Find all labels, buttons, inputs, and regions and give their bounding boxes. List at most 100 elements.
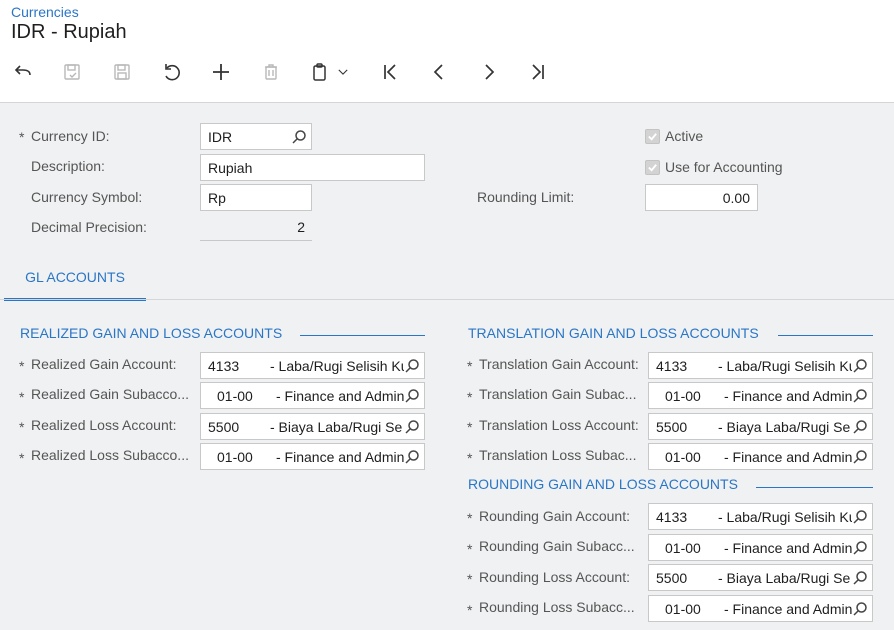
description-value: Rupiah — [208, 160, 253, 176]
check-icon — [648, 164, 657, 172]
back-button[interactable] — [9, 58, 37, 86]
translation-gain-account-field[interactable]: 4133 - Laba/Rugi Selisih Ku — [648, 352, 873, 379]
first-record-icon — [384, 64, 396, 80]
translation-gain-subaccount-field[interactable]: 01-00 - Finance and Admin — [648, 382, 873, 409]
search-icon[interactable] — [404, 449, 420, 465]
currency-symbol-field[interactable]: Rp — [200, 184, 312, 211]
currency-symbol-value: Rp — [208, 190, 226, 206]
account-description: - Laba/Rugi Selisih Ku — [270, 358, 409, 374]
search-icon[interactable] — [291, 129, 307, 145]
rounding-limit-label: Rounding Limit: — [477, 189, 575, 205]
delete-button[interactable] — [257, 58, 285, 86]
previous-record-icon — [433, 64, 443, 80]
subaccount-description: - Finance and Admin — [276, 449, 405, 465]
subaccount-code: 01-00 — [665, 540, 701, 556]
search-icon[interactable] — [852, 601, 868, 617]
search-icon[interactable] — [852, 509, 868, 525]
account-description: - Biaya Laba/Rugi Se — [270, 419, 403, 435]
subaccount-code: 01-00 — [665, 449, 701, 465]
copy-paste-icon — [313, 63, 326, 81]
last-record-button[interactable] — [524, 58, 552, 86]
realized-loss-subaccount-field[interactable]: 01-00 - Finance and Admin — [200, 443, 425, 470]
search-icon[interactable] — [404, 388, 420, 404]
page-title: IDR - Rupiah — [11, 21, 127, 43]
account-code: 4133 — [208, 358, 240, 374]
next-record-icon — [485, 64, 495, 80]
required-marker: * — [467, 571, 473, 587]
description-field[interactable]: Rupiah — [200, 154, 425, 181]
currency-id-field[interactable]: IDR — [200, 123, 312, 150]
translation-loss-account-field[interactable]: 5500 - Biaya Laba/Rugi Se — [648, 413, 873, 440]
copy-paste-button[interactable] — [306, 58, 334, 86]
page-header: Currencies IDR - Rupiah — [0, 0, 894, 103]
realized-section-rule — [300, 335, 425, 336]
realized-gain-subaccount-field[interactable]: 01-00 - Finance and Admin — [200, 382, 425, 409]
add-button[interactable] — [207, 58, 235, 86]
search-icon[interactable] — [404, 419, 420, 435]
required-marker: * — [467, 602, 473, 618]
required-marker: * — [467, 419, 473, 435]
currency-id-label: Currency ID: — [31, 128, 110, 144]
account-description: - Laba/Rugi Selisih Ku — [718, 358, 857, 374]
undo-button[interactable] — [158, 58, 186, 86]
required-marker: * — [467, 450, 473, 466]
next-record-button[interactable] — [475, 58, 503, 86]
currency-id-value: IDR — [208, 129, 233, 145]
required-marker: * — [467, 358, 473, 374]
decimal-precision-label: Decimal Precision: — [31, 219, 147, 235]
previous-record-button[interactable] — [425, 58, 453, 86]
account-description: - Biaya Laba/Rugi Se — [718, 419, 851, 435]
realized-loss-account-label: Realized Loss Account: — [31, 417, 177, 433]
subaccount-description: - Finance and Admin — [276, 388, 405, 404]
realized-gain-account-label: Realized Gain Account: — [31, 356, 177, 372]
required-marker: * — [467, 541, 473, 557]
translation-loss-subaccount-field[interactable]: 01-00 - Finance and Admin — [648, 443, 873, 470]
search-icon[interactable] — [852, 449, 868, 465]
tab-gl-accounts[interactable]: GL ACCOUNTS — [4, 269, 146, 301]
rounding-gain-account-field[interactable]: 4133 - Laba/Rugi Selisih Ku — [648, 503, 873, 530]
use-for-accounting-checkbox[interactable] — [645, 160, 660, 175]
search-icon[interactable] — [852, 570, 868, 586]
account-code: 5500 — [656, 419, 688, 435]
use-for-accounting-label: Use for Accounting — [665, 159, 783, 175]
subaccount-description: - Finance and Admin — [724, 601, 853, 617]
required-marker: * — [467, 510, 473, 526]
save-button[interactable] — [108, 58, 136, 86]
realized-gain-account-field[interactable]: 4133 - Laba/Rugi Selisih Ku — [200, 352, 425, 379]
realized-loss-account-field[interactable]: 5500 - Biaya Laba/Rugi Se — [200, 413, 425, 440]
translation-gain-subaccount-label: Translation Gain Subac... — [479, 386, 637, 402]
account-code: 5500 — [208, 419, 240, 435]
save-close-icon — [64, 64, 80, 80]
search-icon[interactable] — [852, 388, 868, 404]
translation-loss-account-label: Translation Loss Account: — [479, 417, 639, 433]
rounding-gain-subaccount-label: Rounding Gain Subacc... — [479, 538, 635, 554]
rounding-limit-field[interactable]: 0.00 — [645, 184, 758, 211]
breadcrumb-currencies[interactable]: Currencies — [11, 4, 79, 20]
rounding-limit-value: 0.00 — [722, 190, 750, 206]
subaccount-code: 01-00 — [217, 388, 253, 404]
first-record-button[interactable] — [376, 58, 404, 86]
translation-section-rule — [778, 335, 873, 336]
search-icon[interactable] — [404, 358, 420, 374]
rounding-section-rule — [756, 487, 873, 488]
copy-paste-dropdown[interactable] — [333, 58, 353, 86]
rounding-loss-subaccount-label: Rounding Loss Subacc... — [479, 599, 635, 615]
rounding-gain-subaccount-field[interactable]: 01-00 - Finance and Admin — [648, 534, 873, 561]
rounding-gain-account-label: Rounding Gain Account: — [479, 508, 630, 524]
description-label: Description: — [31, 158, 105, 174]
last-record-icon — [532, 64, 544, 80]
active-checkbox[interactable] — [645, 129, 660, 144]
save-close-button[interactable] — [58, 58, 86, 86]
search-icon[interactable] — [852, 419, 868, 435]
realized-loss-subaccount-label: Realized Loss Subacco... — [31, 447, 189, 463]
search-icon[interactable] — [852, 358, 868, 374]
realized-gain-subaccount-label: Realized Gain Subacco... — [31, 386, 189, 402]
rounding-loss-subaccount-field[interactable]: 01-00 - Finance and Admin — [648, 595, 873, 622]
account-code: 4133 — [656, 358, 688, 374]
rounding-loss-account-field[interactable]: 5500 - Biaya Laba/Rugi Se — [648, 564, 873, 591]
required-marker: * — [19, 450, 25, 466]
active-label: Active — [665, 128, 704, 144]
search-icon[interactable] — [852, 540, 868, 556]
delete-icon — [265, 64, 277, 80]
account-description: - Laba/Rugi Selisih Ku — [718, 509, 857, 525]
